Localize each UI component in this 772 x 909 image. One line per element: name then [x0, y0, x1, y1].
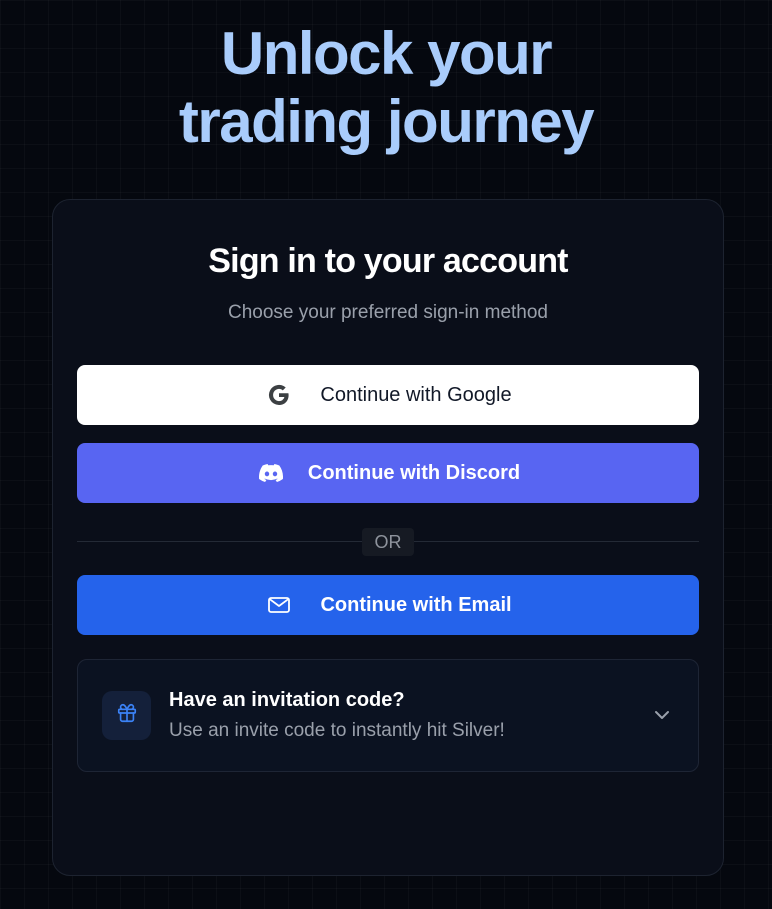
invite-subtitle: Use an invite code to instantly hit Silv… [169, 720, 505, 741]
google-icon [264, 380, 294, 410]
gift-icon-badge [102, 691, 151, 740]
invitation-code-toggle[interactable]: Have an invitation code? Use an invite c… [77, 659, 699, 772]
invite-title: Have an invitation code? [169, 689, 405, 711]
sign-in-card: Sign in to your account Choose your pref… [52, 199, 724, 876]
email-button-label: Continue with Email [320, 593, 512, 616]
gift-icon [116, 702, 138, 729]
google-button-label: Continue with Google [320, 383, 512, 406]
discord-icon [256, 458, 286, 488]
card-subtitle: Choose your preferred sign-in method [227, 302, 548, 323]
continue-with-google-button[interactable]: Continue with Google [77, 365, 699, 425]
discord-button-label: Continue with Discord [307, 461, 521, 484]
or-label: OR [362, 528, 414, 556]
mail-icon [264, 590, 294, 620]
card-title: Sign in to your account [208, 242, 568, 280]
chevron-down-icon[interactable] [652, 705, 672, 725]
hero-line-2: trading journey [178, 88, 595, 155]
hero-line-1: Unlock your [220, 20, 553, 87]
continue-with-email-button[interactable]: Continue with Email [77, 575, 699, 635]
hero-heading: Unlock your trading journey [0, 20, 772, 156]
continue-with-discord-button[interactable]: Continue with Discord [77, 443, 699, 503]
